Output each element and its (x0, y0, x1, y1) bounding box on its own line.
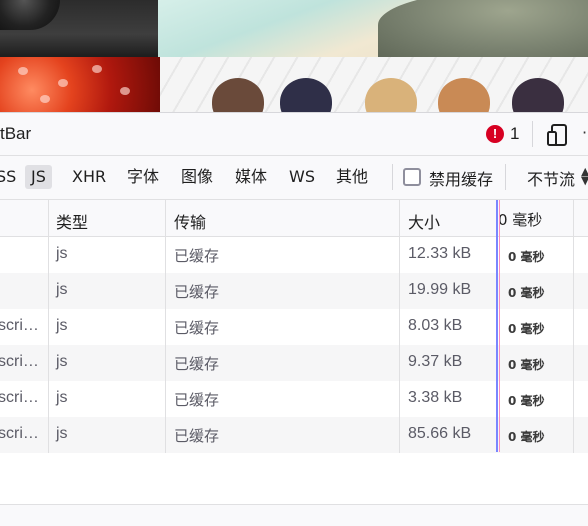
cell-file: scri… (0, 389, 39, 406)
cell-timing: 0 毫秒 (508, 286, 545, 300)
cell-file: scri… (0, 317, 39, 334)
web-page-content (0, 0, 588, 112)
filter-fonts-button[interactable]: 字体 (121, 165, 165, 189)
character-head (280, 78, 332, 112)
car-photo[interactable] (0, 0, 158, 57)
filter-media-button[interactable]: 媒体 (229, 165, 273, 189)
disable-cache-checkbox[interactable] (403, 168, 421, 186)
cell-transfer: 已缓存 (174, 391, 220, 409)
cell-timing: 0 毫秒 (508, 430, 545, 444)
character-head (512, 78, 564, 112)
cell-timing: 0 毫秒 (508, 250, 545, 264)
cell-timing: 0 毫秒 (508, 322, 545, 336)
cell-size: 9.37 kB (408, 353, 463, 370)
status-bar (0, 505, 588, 526)
filter-images-button[interactable]: 图像 (175, 165, 219, 189)
water-droplet (40, 95, 50, 103)
toolbar-title: tBar (0, 124, 32, 143)
car-tire-graphic (0, 0, 60, 30)
cell-size: 12.33 kB (408, 245, 472, 262)
anime-banner[interactable] (160, 57, 588, 112)
cell-transfer: 已缓存 (174, 247, 220, 265)
column-header-type[interactable]: 类型 (56, 209, 88, 233)
character-head (212, 78, 264, 112)
disable-cache-label[interactable]: 禁用缓存 (429, 166, 493, 190)
error-indicator[interactable]: ! 1 (486, 124, 519, 144)
column-header-size[interactable]: 大小 (408, 209, 440, 233)
request-filter-bar: SS JS XHR 字体 图像 媒体 WS 其他 (0, 156, 588, 200)
cell-type: js (56, 281, 68, 298)
chevron-updown-icon[interactable]: ▲ ▼ (581, 166, 588, 186)
devtools-window: tBar ! 1 · SS JS XHR 字体 图像 媒体 WS 其他 禁用缓存… (0, 0, 588, 526)
cell-type: js (56, 317, 68, 334)
filter-xhr-button[interactable]: XHR (66, 165, 112, 189)
cell-size: 3.38 kB (408, 389, 463, 406)
responsive-design-icon[interactable] (546, 123, 570, 147)
water-droplet (120, 87, 130, 95)
cell-type: js (56, 245, 68, 262)
rock-graphic (378, 0, 588, 60)
column-divider[interactable] (48, 200, 49, 453)
more-options-icon[interactable]: · (582, 123, 588, 145)
strawberry-photo[interactable] (0, 57, 160, 112)
error-icon: ! (486, 125, 504, 143)
filter-js-button[interactable]: JS (25, 165, 52, 189)
cell-size: 8.03 kB (408, 317, 463, 334)
cell-size: 85.66 kB (408, 425, 472, 442)
filter-other-button[interactable]: 其他 (330, 165, 374, 189)
filter-ws-button[interactable]: WS (283, 165, 321, 189)
filter-css-button[interactable]: SS (0, 165, 22, 189)
cell-type: js (56, 353, 68, 370)
cell-type: js (56, 389, 68, 406)
cell-timing: 0 毫秒 (508, 394, 545, 408)
cell-file: scri… (0, 353, 39, 370)
cell-size: 19.99 kB (408, 281, 472, 298)
column-divider[interactable] (165, 200, 166, 453)
cell-file: scri… (0, 425, 39, 442)
dom-content-loaded-marker (496, 200, 498, 452)
column-header-timeline[interactable]: 0 毫秒 (498, 209, 542, 230)
cell-timing: 0 毫秒 (508, 358, 545, 372)
water-droplet (58, 79, 68, 87)
cell-transfer: 已缓存 (174, 319, 220, 337)
character-head (365, 78, 417, 112)
filter-divider (505, 164, 506, 190)
filter-divider (392, 164, 393, 190)
error-count: 1 (510, 124, 520, 143)
throttling-select[interactable]: 不节流 (527, 166, 575, 190)
devtools-toolbar: tBar ! 1 · (0, 112, 588, 156)
column-divider[interactable] (399, 200, 400, 453)
beach-photo[interactable] (158, 0, 588, 60)
column-divider[interactable] (573, 200, 574, 453)
cell-transfer: 已缓存 (174, 427, 220, 445)
water-droplet (92, 65, 102, 73)
water-droplet (18, 67, 28, 75)
toolbar-divider (532, 121, 533, 147)
column-header-transfer[interactable]: 传输 (174, 209, 206, 233)
cell-transfer: 已缓存 (174, 283, 220, 301)
network-request-table: 类型 传输 大小 0 毫秒 js 已缓存 12.33 kB 0 毫秒 js 已缓… (0, 200, 588, 526)
cell-transfer: 已缓存 (174, 355, 220, 373)
character-head (438, 78, 490, 112)
cell-type: js (56, 425, 68, 442)
load-event-marker (499, 200, 500, 452)
